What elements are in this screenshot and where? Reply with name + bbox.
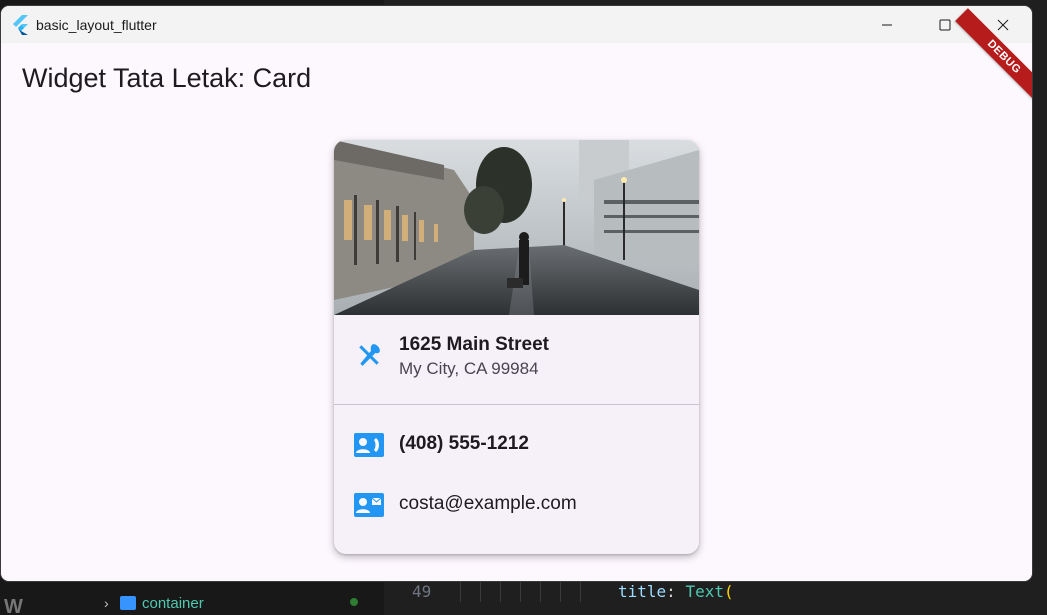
address-subtitle: My City, CA 99984 <box>399 359 539 378</box>
status-dot <box>350 598 358 606</box>
contact-mail-icon <box>354 492 384 518</box>
page-title: Widget Tata Letak: Card <box>22 63 312 93</box>
maximize-icon <box>939 19 951 30</box>
code-separator: : <box>666 581 676 601</box>
city-street-photo <box>334 140 699 315</box>
app-content: Widget Tata Letak: Card DEBUG 1625 Main … <box>1 8 1032 581</box>
minimize-button[interactable] <box>858 6 916 43</box>
ide-logo-fragment: W <box>4 596 23 615</box>
phone-number: (408) 555-1212 <box>399 433 529 454</box>
title-bar[interactable]: basic_layout_flutter <box>1 6 1032 43</box>
email-tile[interactable]: costa@example.com <box>334 485 699 525</box>
address-tile[interactable]: 1625 Main Street My City, CA 99984 <box>334 330 699 390</box>
info-card: 1625 Main Street My City, CA 99984 (408) <box>334 140 699 554</box>
indent-guides <box>460 580 600 602</box>
window-controls <box>858 6 1032 43</box>
chevron-right-icon: › <box>104 595 109 611</box>
code-class: Text <box>685 581 724 601</box>
flutter-logo-icon <box>12 14 30 35</box>
ide-tree-item[interactable]: › container <box>104 592 358 614</box>
code-key: title <box>618 581 667 601</box>
window-title: basic_layout_flutter <box>36 16 157 33</box>
divider <box>334 404 699 405</box>
line-number: 49 <box>412 581 432 601</box>
address-title: 1625 Main Street <box>399 334 549 355</box>
minimize-icon <box>882 24 892 25</box>
ide-tree-item-label: container <box>142 594 204 612</box>
ide-code-line: 49 title: Text( <box>412 580 734 602</box>
phone-tile[interactable]: (408) 555-1212 <box>334 425 699 465</box>
app-window: basic_layout_flutter Widget Tata Letak: … <box>1 6 1032 581</box>
code-paren: ( <box>723 581 734 601</box>
package-icon <box>120 596 136 610</box>
email-address: costa@example.com <box>399 493 577 514</box>
restaurant-icon <box>354 342 384 368</box>
close-icon <box>997 19 1009 30</box>
contact-phone-icon <box>354 432 384 458</box>
